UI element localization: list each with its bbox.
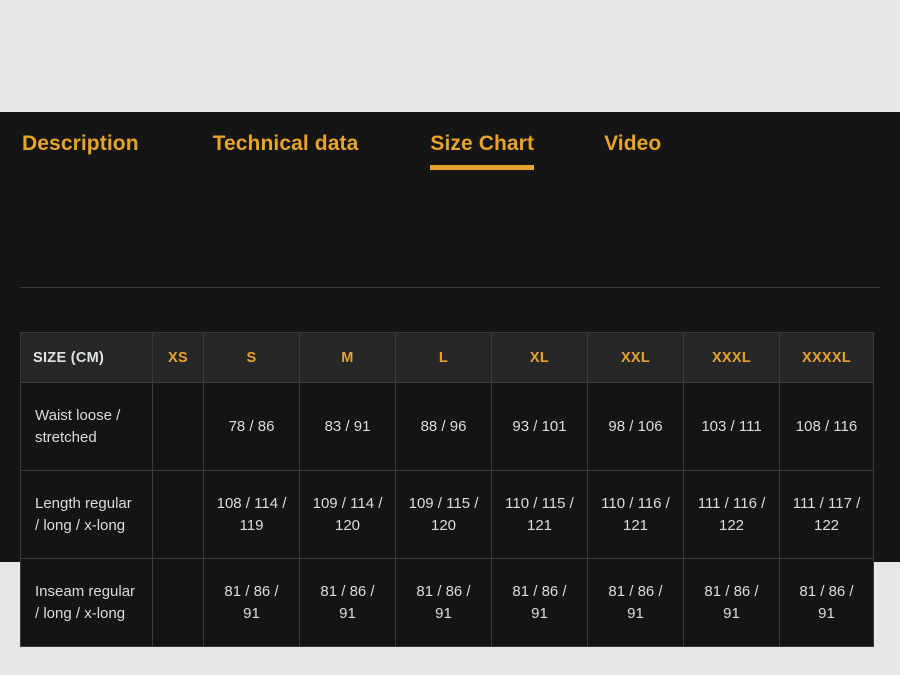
cell-inseam-xxxxl: 81 / 86 / 91 [779, 558, 874, 647]
tab-size-chart[interactable]: Size Chart [430, 112, 535, 176]
tab-description[interactable]: Description [22, 112, 139, 176]
page-root: Description Technical data Size Chart Vi… [0, 0, 900, 675]
cell-inseam-xs [152, 558, 204, 647]
size-chart-container: SIZE (CM) XS S M L XL XXL XXXL XXXXL Wai… [20, 332, 874, 647]
tab-technical-data-label: Technical data [212, 132, 359, 155]
cell-waist-xxxl: 103 / 111 [683, 382, 780, 471]
column-header-xs: XS [152, 332, 204, 383]
cell-inseam-xxl: 81 / 86 / 91 [587, 558, 684, 647]
tab-size-chart-label: Size Chart [430, 132, 535, 155]
tab-size-chart-underline [430, 165, 535, 170]
cell-inseam-l: 81 / 86 / 91 [395, 558, 492, 647]
column-header-size-cm: SIZE (CM) [20, 332, 153, 383]
cell-inseam-xl: 81 / 86 / 91 [491, 558, 588, 647]
column-header-xl: XL [491, 332, 588, 383]
tab-bar-divider [20, 287, 880, 288]
column-header-s: S [203, 332, 300, 383]
product-tab-bar: Description Technical data Size Chart Vi… [0, 112, 900, 176]
table-row: Length regular / long / x-long 108 / 114… [20, 470, 874, 559]
column-header-m: M [299, 332, 396, 383]
table-row: Waist loose / stretched 78 / 86 83 / 91 … [20, 382, 874, 471]
cell-length-l: 109 / 115 / 120 [395, 470, 492, 559]
tab-technical-data[interactable]: Technical data [213, 112, 359, 176]
table-row: Inseam regular / long / x-long 81 / 86 /… [20, 558, 874, 647]
row-label-waist: Waist loose / stretched [20, 382, 153, 471]
cell-length-xxxxl: 111 / 117 / 122 [779, 470, 874, 559]
cell-waist-xxl: 98 / 106 [587, 382, 684, 471]
tab-description-label: Description [22, 132, 139, 155]
cell-waist-xs [152, 382, 204, 471]
column-header-xxxxl: XXXXL [779, 332, 874, 383]
cell-inseam-s: 81 / 86 / 91 [203, 558, 300, 647]
cell-length-xxl: 110 / 116 / 121 [587, 470, 684, 559]
cell-waist-xl: 93 / 101 [491, 382, 588, 471]
cell-length-xxxl: 111 / 116 / 122 [683, 470, 780, 559]
size-chart-body: Waist loose / stretched 78 / 86 83 / 91 … [20, 382, 874, 647]
column-header-xxxl: XXXL [683, 332, 780, 383]
cell-length-s: 108 / 114 / 119 [203, 470, 300, 559]
tab-video-label: Video [604, 132, 662, 155]
cell-inseam-m: 81 / 86 / 91 [299, 558, 396, 647]
product-info-panel: Description Technical data Size Chart Vi… [0, 112, 900, 647]
size-chart-table: SIZE (CM) XS S M L XL XXL XXXL XXXXL Wai… [20, 332, 874, 647]
tab-video[interactable]: Video [604, 112, 661, 176]
column-header-xxl: XXL [587, 332, 684, 383]
cell-waist-l: 88 / 96 [395, 382, 492, 471]
row-label-inseam: Inseam regular / long / x-long [20, 558, 153, 647]
column-header-l: L [395, 332, 492, 383]
cell-waist-s: 78 / 86 [203, 382, 300, 471]
cell-waist-m: 83 / 91 [299, 382, 396, 471]
table-header-row: SIZE (CM) XS S M L XL XXL XXXL XXXXL [20, 332, 874, 383]
cell-waist-xxxxl: 108 / 116 [779, 382, 874, 471]
row-label-length: Length regular / long / x-long [20, 470, 153, 559]
cell-length-xs [152, 470, 204, 559]
cell-length-m: 109 / 114 / 120 [299, 470, 396, 559]
cell-inseam-xxxl: 81 / 86 / 91 [683, 558, 780, 647]
size-chart-head: SIZE (CM) XS S M L XL XXL XXXL XXXXL [20, 332, 874, 383]
cell-length-xl: 110 / 115 / 121 [491, 470, 588, 559]
